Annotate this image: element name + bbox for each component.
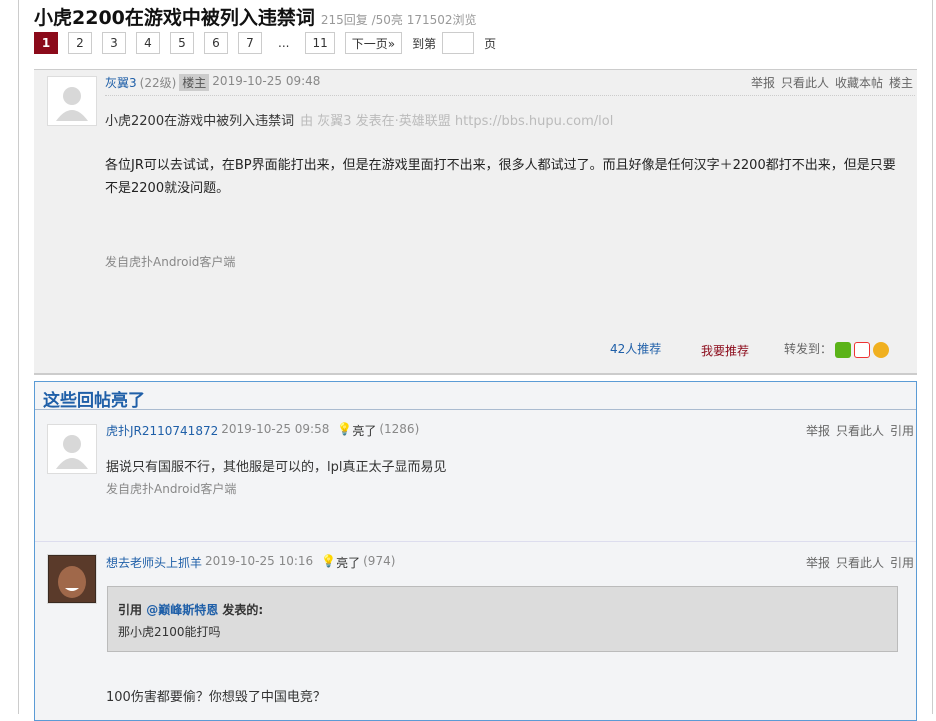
lightbulb-icon: 💡 (337, 422, 353, 436)
op-source: 由 灰翼3 发表在·英雄联盟 https://bbs.hupu.com/lol (300, 114, 614, 129)
op-level: (22级) (139, 76, 177, 90)
avatar[interactable] (47, 76, 97, 126)
recommend-count: 42人推荐 (610, 342, 662, 356)
op-actions: 举报 只看此人 收藏本帖 楼主 (745, 74, 913, 91)
reply-time: 2019-10-25 10:16 (205, 554, 314, 568)
reply-body: 据说只有国服不行，其他服是可以的，lpl真正太子显而易见 (106, 460, 447, 475)
page-7[interactable]: 7 (238, 32, 262, 54)
op-badge: 楼主 (179, 74, 210, 91)
quote-prefix: 引用 (118, 603, 147, 617)
reply-header: 虎扑JR2110741872 2019-10-25 09:58 💡 亮了 (12… (106, 422, 916, 439)
thread-meta: 215回复 /50亮 171502浏览 (320, 13, 477, 27)
reply-item: 想去老师头上抓羊 2019-10-25 10:16 💡 亮了 (974) 举报只… (35, 550, 916, 720)
op-client: 发自虎扑Android客户端 (105, 255, 236, 269)
page-2[interactable]: 2 (68, 32, 92, 54)
favorite-link[interactable]: 收藏本帖 (835, 76, 883, 90)
page-3[interactable]: 3 (102, 32, 126, 54)
op-subject: 小虎2200在游戏中被列入违禁词 (105, 114, 295, 129)
op-author[interactable]: 灰翼3 (105, 74, 137, 91)
quote-text: 那小虎2100能打吗 (118, 625, 221, 639)
hot-title: 这些回帖亮了 (35, 382, 916, 411)
reply-actions: 举报 只看此人 引用 (800, 422, 914, 439)
goto-label: 到第 (412, 36, 437, 51)
lightbulb-icon: 💡 (321, 554, 337, 568)
share-label: 转发到： (784, 342, 833, 356)
face-avatar-icon (49, 556, 95, 602)
thread-title: 小虎2200在游戏中被列入违禁词 215回复 /50亮 171502浏览 (34, 3, 477, 30)
pagination: 1 2 3 4 5 6 7 ... 11 下一页» 到第 页 (34, 32, 496, 54)
highlighted-replies: 这些回帖亮了 虎扑JR2110741872 2019-10-25 09:58 💡… (34, 381, 917, 721)
wechat-icon[interactable] (835, 341, 852, 358)
user-avatar-photo[interactable] (47, 554, 97, 604)
page-1[interactable]: 1 (34, 32, 58, 54)
default-avatar-icon (56, 87, 88, 121)
report-link[interactable]: 举报 (806, 556, 830, 570)
floor-label: 楼主 (888, 76, 913, 90)
op-body: 各位JR可以去试试，在BP界面能打出来，但是在游戏里面打不出来，很多人都试过了。… (105, 158, 896, 196)
quote-suffix: 发表的: (218, 603, 264, 617)
quote-user[interactable]: @巅峰斯特恩 (146, 603, 218, 617)
reply-actions: 举报 只看此人 引用 (800, 554, 914, 571)
op-subject-line: 小虎2200在游戏中被列入违禁词由 灰翼3 发表在·英雄联盟 https://b… (105, 110, 613, 129)
report-link[interactable]: 举报 (751, 76, 775, 90)
weibo-icon[interactable] (854, 341, 871, 358)
op-time: 2019-10-25 09:48 (212, 74, 321, 88)
page-ellipsis: ... (278, 36, 290, 50)
reply-item: 虎扑JR2110741872 2019-10-25 09:58 💡 亮了 (12… (35, 418, 916, 542)
light-count: (974) (363, 554, 396, 568)
share-bar: 转发到： (784, 340, 890, 358)
reply-author[interactable]: 虎扑JR2110741872 (106, 422, 218, 439)
reply-client: 发自虎扑Android客户端 (106, 482, 237, 496)
only-author-link[interactable]: 只看此人 (836, 424, 884, 438)
page-label: 页 (484, 36, 497, 51)
reply-header: 想去老师头上抓羊 2019-10-25 10:16 💡 亮了 (974) 举报只… (106, 554, 916, 571)
title-text: 小虎2200在游戏中被列入违禁词 (34, 7, 315, 29)
quote-header: 引用 @巅峰斯特恩 发表的: (118, 599, 887, 621)
op-post: 灰翼3 (22级) 楼主 2019-10-25 09:48 举报 只看此人 收藏本帖… (34, 69, 917, 375)
goto-page-input[interactable] (442, 32, 475, 54)
quote-link[interactable]: 引用 (890, 424, 914, 438)
qzone-icon[interactable] (873, 341, 890, 358)
page-5[interactable]: 5 (170, 32, 194, 54)
reply-time: 2019-10-25 09:58 (221, 422, 330, 436)
light-button[interactable]: 亮了 (352, 422, 376, 439)
page-11[interactable]: 11 (305, 32, 335, 54)
light-count: (1286) (379, 422, 420, 436)
page-4[interactable]: 4 (136, 32, 160, 54)
op-header: 灰翼3 (22级) 楼主 2019-10-25 09:48 举报 只看此人 收藏本帖… (105, 74, 915, 96)
only-author-link[interactable]: 只看此人 (836, 556, 884, 570)
avatar[interactable] (47, 424, 97, 474)
next-page-button[interactable]: 下一页» (344, 32, 403, 54)
reply-body: 100伤害都要偷？你想毁了中国电竞？ (106, 690, 326, 705)
default-avatar-icon (56, 435, 88, 469)
page-border-left (18, 0, 19, 714)
quote-block: 引用 @巅峰斯特恩 发表的: 那小虎2100能打吗 (107, 586, 898, 652)
page-6[interactable]: 6 (204, 32, 228, 54)
light-button[interactable]: 亮了 (336, 554, 360, 571)
reply-author[interactable]: 想去老师头上抓羊 (106, 554, 202, 571)
only-author-link[interactable]: 只看此人 (781, 76, 829, 90)
page-border-right (932, 0, 933, 714)
recommend-button[interactable]: 我要推荐 (701, 342, 749, 359)
report-link[interactable]: 举报 (806, 424, 830, 438)
quote-link[interactable]: 引用 (890, 556, 914, 570)
